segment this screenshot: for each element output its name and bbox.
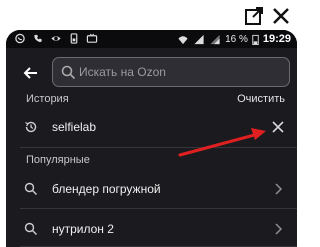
history-icon (25, 121, 37, 133)
chevron-right-icon (275, 183, 283, 195)
search-icon (24, 222, 37, 235)
close-icon[interactable] (270, 4, 292, 28)
popular-title: Популярные (26, 154, 90, 166)
remove-history-item-icon[interactable] (271, 120, 285, 134)
row-divider (20, 208, 297, 209)
phone-screen: 16 % 19:29 История Очистить (6, 30, 297, 247)
section-divider (20, 147, 297, 148)
history-item-label: selfielab (52, 120, 97, 134)
battery-icon (252, 34, 259, 45)
history-title: История (26, 93, 69, 105)
popular-item[interactable]: нутрилон 2 (6, 214, 297, 244)
clear-history-button[interactable]: Очистить (237, 93, 285, 105)
sim-icon (70, 33, 78, 44)
popular-item-label: блендер погружной (52, 182, 161, 196)
signal-1-icon (194, 34, 204, 44)
popular-item-label: нутрилон 2 (52, 222, 114, 236)
open-external-icon[interactable] (243, 4, 265, 28)
search-header (6, 48, 297, 98)
search-icon (24, 182, 37, 195)
back-arrow-icon[interactable] (22, 64, 40, 82)
screenshot-frame: 16 % 19:29 История Очистить (0, 0, 303, 247)
tv-icon (86, 33, 98, 43)
search-icon (61, 65, 76, 80)
battery-percent: 16 % (225, 33, 248, 45)
clock: 19:29 (262, 33, 291, 45)
status-bar: 16 % 19:29 (6, 30, 297, 48)
eye-icon (51, 36, 61, 41)
phone-icon (34, 34, 42, 43)
viber-icon (15, 33, 25, 44)
chevron-right-icon (275, 223, 283, 235)
wifi-icon (178, 35, 188, 44)
history-item-selfielab[interactable]: selfielab (6, 112, 297, 142)
signal-2-icon (210, 34, 220, 44)
popular-item[interactable]: блендер погружной (6, 174, 297, 204)
search-input[interactable] (79, 63, 279, 81)
search-field[interactable] (52, 57, 290, 87)
